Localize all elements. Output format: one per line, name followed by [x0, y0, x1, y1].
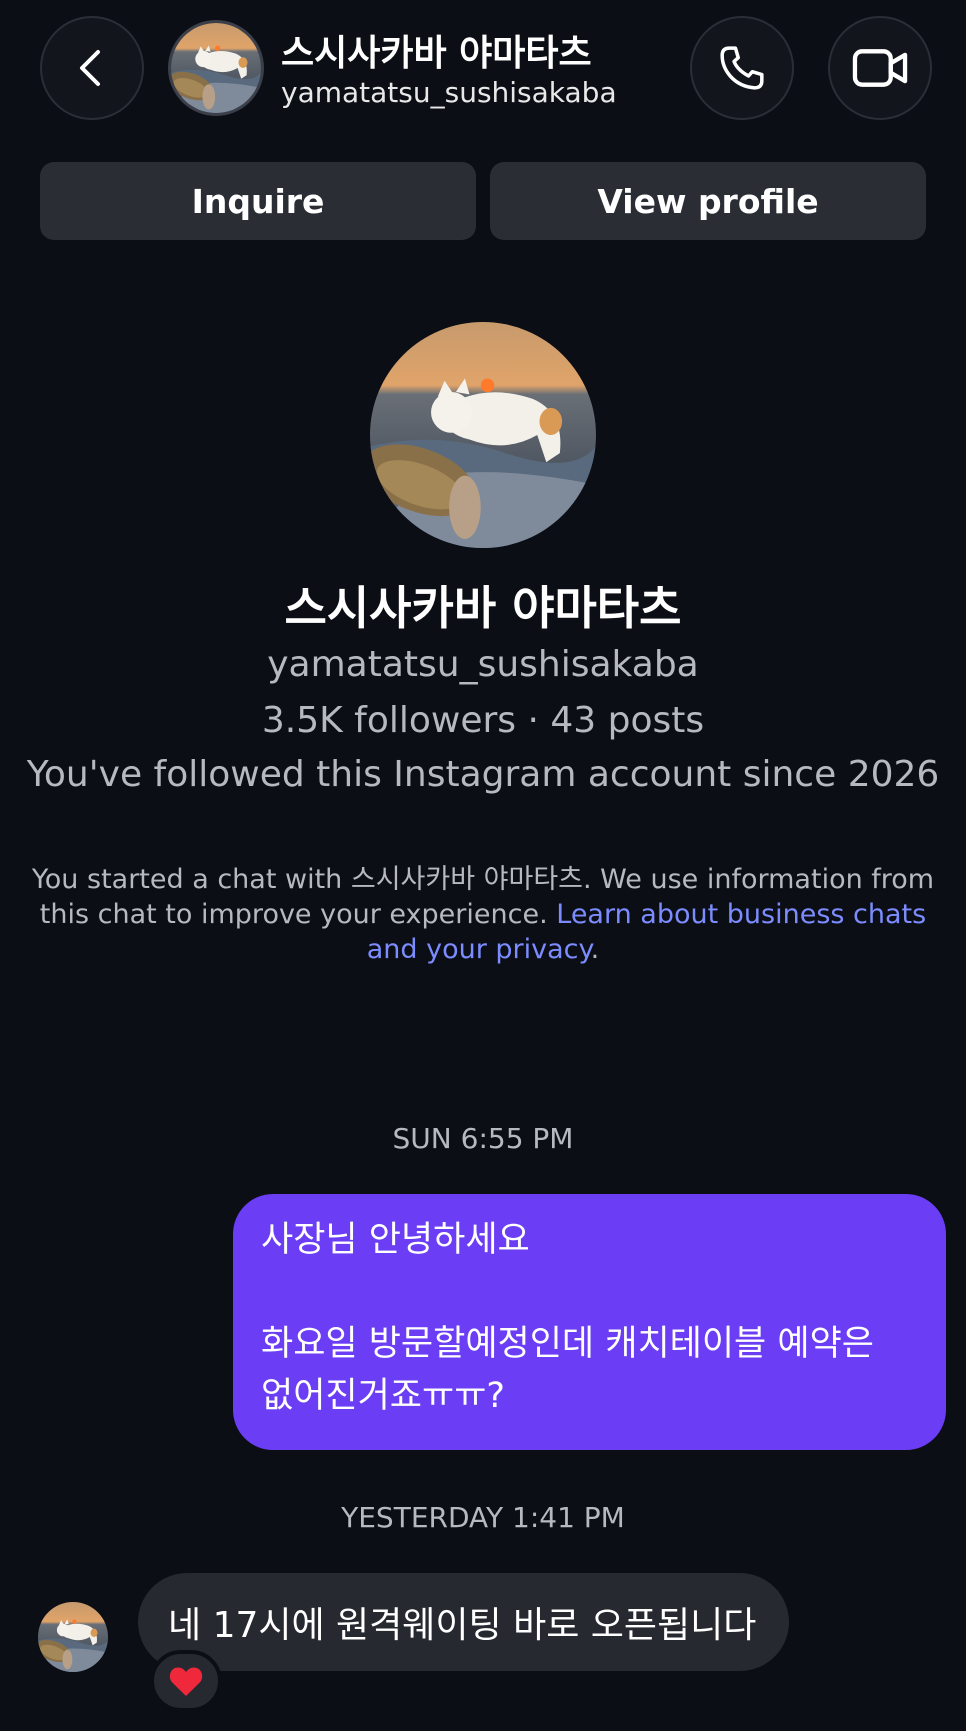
profile-name: 스시사카바 야마타츠: [284, 581, 682, 635]
video-call-button[interactable]: [828, 16, 932, 120]
incoming-message[interactable]: 네 17시에 원격웨이팅 바로 오픈됩니다: [138, 1573, 789, 1671]
profile-stats: 3.5K followers · 43 posts: [261, 700, 705, 741]
header-username[interactable]: yamatatsu_sushisakaba: [281, 76, 617, 109]
notice-suffix: .: [590, 934, 600, 965]
phone-icon: [720, 46, 764, 90]
message-line: 화요일 방문할예정인데 캐치테이블 예약은: [261, 1324, 874, 1364]
profile-avatar[interactable]: [370, 322, 596, 548]
header-account-name[interactable]: 스시사카바 야마타츠: [281, 24, 592, 76]
chevron-left-icon: [80, 50, 100, 86]
message-timestamp: SUN 6:55 PM: [392, 1122, 574, 1155]
message-line: 없어진거죠ㅠㅠ?: [261, 1376, 505, 1416]
inquire-button[interactable]: Inquire: [40, 162, 476, 240]
message-line: 사장님 안녕하세요: [261, 1220, 530, 1260]
voice-call-button[interactable]: [690, 16, 794, 120]
profile-username: yamatatsu_sushisakaba: [267, 644, 699, 685]
heart-icon: [169, 1667, 203, 1696]
outgoing-message[interactable]: 사장님 안녕하세요 화요일 방문할예정인데 캐치테이블 예약은 없어진거죠ㅠㅠ?: [233, 1194, 946, 1450]
view-profile-button[interactable]: View profile: [490, 162, 926, 240]
sender-avatar[interactable]: [38, 1602, 108, 1672]
video-camera-icon: [852, 49, 908, 87]
follow-since-text: You've followed this Instagram account s…: [26, 754, 940, 795]
message-line: [261, 1266, 918, 1318]
message-timestamp: YESTERDAY 1:41 PM: [341, 1501, 625, 1534]
heart-reaction[interactable]: [150, 1650, 222, 1712]
business-chat-notice: You started a chat with 스시사카바 야마타츠. We u…: [12, 862, 954, 967]
back-button[interactable]: [40, 16, 144, 120]
header-avatar[interactable]: [168, 20, 264, 116]
